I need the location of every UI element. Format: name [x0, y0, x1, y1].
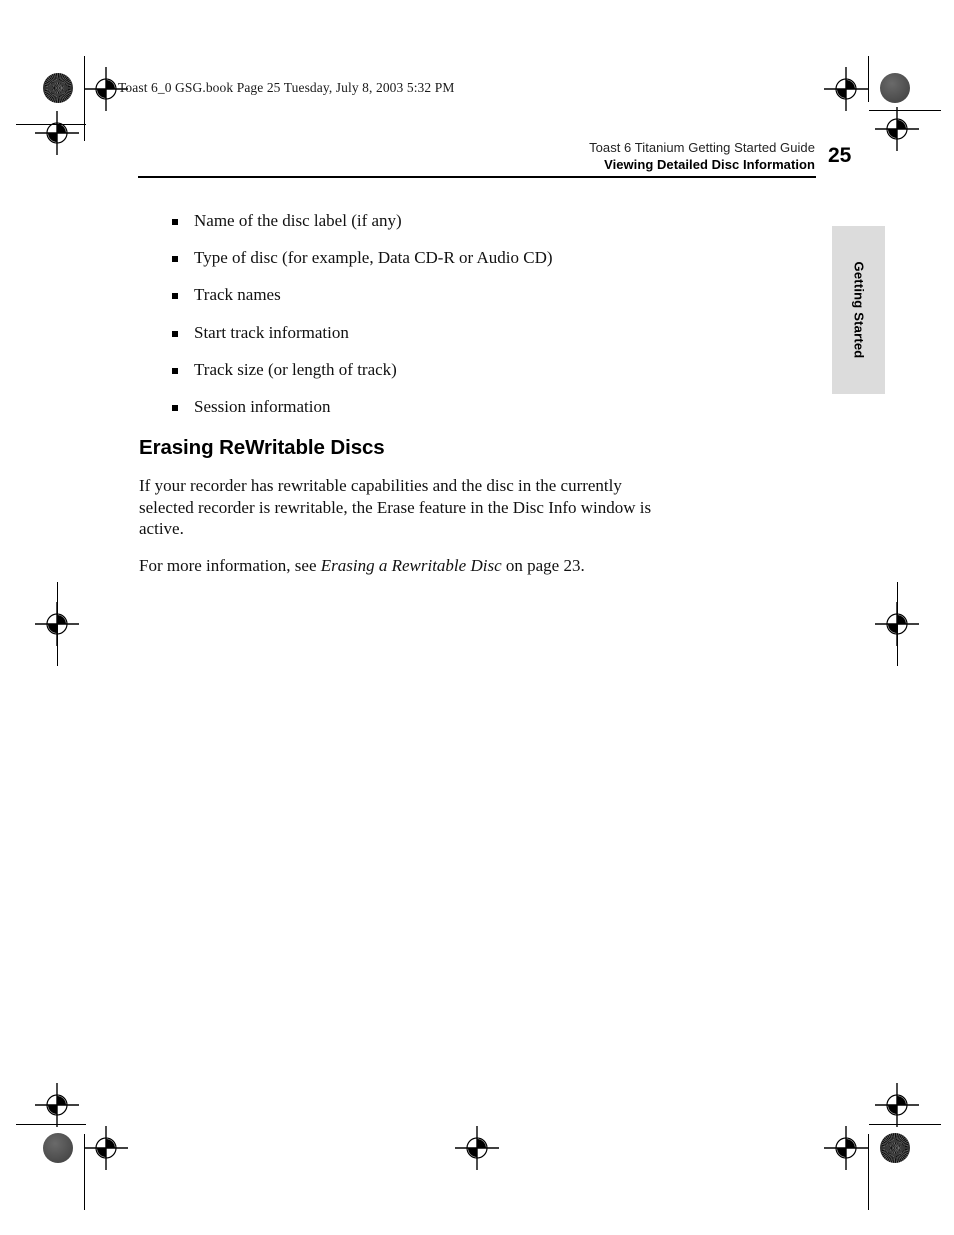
- registration-target-icon: [35, 602, 79, 646]
- registration-target-icon: [455, 1126, 499, 1170]
- registration-target-icon: [875, 107, 919, 151]
- halftone-density-patch-bottom-right: [880, 1133, 910, 1163]
- halftone-density-patch-top-left: [43, 73, 73, 103]
- cross-reference-lead-in: For more information, see: [139, 556, 321, 576]
- list-item-label: Type of disc (for example, Data CD-R or …: [194, 248, 553, 268]
- list-item-label: Track size (or length of track): [194, 359, 397, 379]
- square-bullet-icon: [172, 367, 178, 374]
- registration-mark-bottom-center: [455, 1126, 499, 1170]
- registration-target-icon: [824, 1126, 868, 1170]
- square-bullet-icon: [172, 256, 178, 263]
- registration-target-icon: [84, 1126, 128, 1170]
- header-rule: [138, 176, 816, 178]
- square-bullet-icon: [172, 404, 178, 411]
- registration-mark-top-right: [824, 67, 868, 111]
- solid-density-patch-top-right: [880, 73, 910, 103]
- trim-line-right-upper: [868, 56, 869, 101]
- registration-mark-right-lower: [875, 1083, 919, 1127]
- side-tab-label: Getting Started: [851, 261, 866, 359]
- list-item-label: Start track information: [194, 322, 349, 342]
- registration-target-icon: [875, 602, 919, 646]
- registration-target-icon: [824, 67, 868, 111]
- running-header: Toast 6 Titanium Getting Started Guide V…: [589, 139, 815, 173]
- registration-mark-left-lower: [35, 1083, 79, 1127]
- running-header-guide-title: Toast 6 Titanium Getting Started Guide: [589, 140, 815, 155]
- page-content: Name of the disc label (if any) Type of …: [139, 212, 829, 577]
- list-item: Session information: [139, 398, 829, 415]
- trim-line-right-bottom: [868, 1134, 869, 1210]
- registration-mark-left-middle: [35, 602, 79, 646]
- registration-mark-right-upper: [875, 107, 919, 151]
- registration-mark-bottom-right: [824, 1126, 868, 1170]
- disc-info-bullet-list: Name of the disc label (if any) Type of …: [139, 212, 829, 415]
- registration-mark-right-middle: [875, 602, 919, 646]
- list-item: Name of the disc label (if any): [139, 212, 829, 229]
- section-paragraph: If your recorder has rewritable capabili…: [139, 475, 652, 539]
- square-bullet-icon: [172, 219, 178, 225]
- list-item: Start track information: [139, 324, 829, 341]
- side-tab-getting-started: Getting Started: [832, 226, 885, 394]
- page-number: 25: [828, 144, 852, 167]
- running-header-section-title: Viewing Detailed Disc Information: [604, 157, 815, 173]
- cross-reference-title: Erasing a Rewritable Disc: [320, 556, 502, 576]
- list-item: Track size (or length of track): [139, 361, 829, 378]
- registration-target-icon: [35, 111, 79, 155]
- registration-mark-bottom-left: [84, 1126, 128, 1170]
- registration-target-icon: [875, 1083, 919, 1127]
- list-item: Type of disc (for example, Data CD-R or …: [139, 249, 829, 266]
- list-item-label: Track names: [194, 285, 281, 305]
- section-heading: Erasing ReWritable Discs: [139, 435, 385, 459]
- list-item: Track names: [139, 286, 829, 303]
- square-bullet-icon: [172, 293, 178, 300]
- list-item-label: Name of the disc label (if any): [194, 211, 402, 230]
- square-bullet-icon: [172, 330, 178, 337]
- registration-target-icon: [35, 1083, 79, 1127]
- registration-mark-left-upper: [35, 111, 79, 155]
- cross-reference-paragraph: For more information, see Erasing a Rewr…: [139, 555, 651, 577]
- list-item-label: Session information: [194, 396, 331, 416]
- book-file-info: Toast 6_0 GSG.book Page 25 Tuesday, July…: [118, 80, 455, 95]
- solid-density-patch-bottom-left: [43, 1133, 73, 1163]
- cross-reference-trailing: on page 23.: [501, 556, 585, 576]
